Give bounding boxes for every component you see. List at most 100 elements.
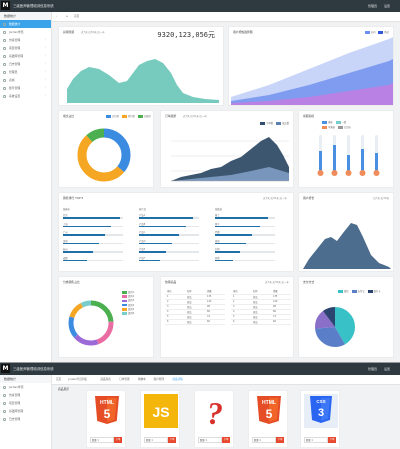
svg-text:HTML: HTML	[100, 400, 114, 406]
qty-input[interactable]: 数量 1	[90, 437, 114, 443]
rank-bar	[215, 242, 247, 245]
qty-input[interactable]: 数量 1	[252, 437, 276, 443]
category-card: 分类销售占比 类别1 类别2 类别3 类别4 类别5 类别6	[58, 276, 154, 358]
qty-input[interactable]: 数量 1	[198, 437, 222, 443]
tab-home[interactable]: 首页	[74, 12, 79, 22]
tab-bar: ‹ ⌂ 首页	[52, 12, 400, 22]
cart-icon	[3, 78, 6, 82]
sidebar-item-accounts[interactable]: 账号管理 ›	[0, 84, 51, 92]
rank-bar	[139, 234, 179, 236]
qty-input[interactable]: 数量 1	[304, 437, 328, 443]
rank-bar	[63, 259, 87, 262]
sidebar-item-admin[interactable]: 管理员 ›	[0, 68, 51, 76]
qty-input[interactable]: 数量 1	[144, 437, 168, 443]
dashboard-screenshot: M 三级医师管理培训信息系统 管理员 设置 数据统计 数据统计 Jordan学员…	[0, 0, 400, 362]
product-card[interactable]: JS 数量 1 下单	[140, 390, 180, 448]
sidebar-item-logs-2[interactable]: 日志管理	[0, 415, 51, 423]
rank-bar	[139, 259, 160, 262]
admin-icon	[3, 70, 6, 74]
sidebar-item-projects-2[interactable]: 项目管理	[0, 399, 51, 407]
sidebar-item-system[interactable]: 系统设置 ›	[0, 92, 51, 100]
svg-text:5: 5	[266, 407, 273, 421]
settings-menu[interactable]: 设置	[384, 4, 390, 8]
sidebar-item-sim-2[interactable]: 仿真管理	[0, 391, 51, 399]
sidebar-item-library-2[interactable]: 基础库管理	[0, 407, 51, 415]
app-logo: M	[1, 1, 10, 10]
growth-area-chart	[303, 223, 391, 269]
settings-menu-2[interactable]: 设置	[384, 367, 390, 371]
back-icon[interactable]: ‹	[56, 12, 57, 22]
hot-products-card: 热销商品 近7天 近30天 近一年 排名 名称 销量 1 商品 135 2 商品 120 3 商品 9…	[160, 276, 294, 358]
account-icon	[3, 86, 6, 90]
folder-icon	[3, 46, 6, 50]
book-icon	[3, 409, 6, 413]
sidebar-item-library[interactable]: 基础库管理 ›	[0, 52, 51, 60]
donut-chart	[77, 128, 131, 182]
tab[interactable]: 商品列表	[100, 375, 110, 385]
app-title-2: 三级医师管理培训信息系统	[13, 367, 54, 371]
buy-button[interactable]: 下单	[276, 437, 284, 443]
rank-bar	[139, 251, 166, 253]
tab[interactable]: 商品详情	[172, 375, 182, 385]
question-icon: ?	[207, 395, 223, 431]
sidebar-item-logs[interactable]: 日志管理 ›	[0, 60, 51, 68]
buy-button[interactable]: 下单	[328, 437, 336, 443]
revenue-area-chart	[67, 59, 219, 103]
user-icon	[3, 385, 6, 389]
product-card[interactable]: HTML 5 数量 1 下单	[86, 390, 126, 448]
rank-bar	[215, 225, 260, 228]
product-card[interactable]: HTML 5 数量 1 下单	[248, 390, 288, 448]
thermometer-chart	[317, 135, 380, 176]
sim-icon	[3, 38, 6, 42]
top-bar-2: M 三级医师管理培训信息系统 管理员 设置	[0, 363, 400, 375]
buy-button[interactable]: 下单	[114, 437, 122, 443]
sidebar-header-2: 数据统计	[0, 375, 51, 383]
sidebar-item-shop[interactable]: 商城 ›	[0, 76, 51, 84]
product-card[interactable]: ? 数量 1 下单	[194, 390, 234, 448]
rank-bar	[215, 234, 253, 236]
rank-bar	[63, 217, 120, 219]
tab-bar-2: 首页 Jordan学员列表 商品列表 订单管理 购物车 账户管理 商品详情	[52, 375, 400, 385]
svg-text:JS: JS	[152, 404, 169, 420]
payment-card: 支付方式 微信 支付宝 银行卡	[298, 276, 394, 358]
hot-title: 热销商品	[165, 280, 177, 284]
rank-bar	[139, 217, 193, 219]
sidebar: 数据统计 数据统计 Jordan学员 仿真管理 › 项目管理 › 基础库管理 › 日志…	[0, 12, 52, 362]
buy-button[interactable]: 下单	[168, 437, 176, 443]
table-row: 6 商品 60	[165, 319, 225, 325]
chevron-right-icon: ›	[44, 94, 46, 97]
sidebar-item-students[interactable]: Jordan学员	[0, 28, 51, 36]
user-menu[interactable]: 管理员	[368, 4, 377, 8]
chart-icon	[3, 22, 6, 26]
rank-bar	[139, 242, 172, 245]
hot-filters[interactable]: 近7天 近30天 近一年	[265, 280, 289, 284]
chevron-right-icon: ›	[44, 38, 46, 41]
svg-text:CSS: CSS	[316, 399, 325, 404]
svg-text:?: ?	[207, 395, 223, 431]
log-icon	[3, 62, 6, 66]
tab[interactable]: 账户管理	[154, 375, 164, 385]
product-card[interactable]: CSS 3 数量 1 下单	[300, 390, 340, 448]
buy-button[interactable]: 下单	[222, 437, 230, 443]
tab[interactable]: 购物车	[138, 375, 146, 385]
sidebar-item-stats[interactable]: 数据统计	[0, 20, 51, 28]
users-card: 用户增幅趋势图 访问 购买	[228, 26, 394, 106]
home-icon[interactable]: ⌂	[66, 12, 68, 22]
sidebar-item-students-2[interactable]: Jordan学员	[0, 383, 51, 391]
section-title: 商品展示	[58, 387, 70, 391]
ranking-filters[interactable]: 近7天 近30天 近一年	[263, 196, 287, 200]
table-row: 6 商品 60	[231, 319, 291, 325]
user-menu-2[interactable]: 管理员	[368, 367, 377, 371]
log-icon	[3, 417, 6, 421]
hot-table-right: 排名 名称 销量 1 商品 135 2 商品 120 3 商品 98 4 商品 86 5 商品 74 6 商品 60	[231, 289, 291, 325]
rank-col-2-head: 按产品	[139, 208, 146, 211]
tab[interactable]: 首页	[56, 375, 61, 385]
tab[interactable]: Jordan学员列表	[68, 375, 87, 385]
tab[interactable]: 订单管理	[119, 375, 129, 385]
chevron-right-icon: ›	[44, 54, 46, 57]
sidebar-item-projects[interactable]: 项目管理 ›	[0, 44, 51, 52]
users-area-chart	[231, 37, 393, 105]
html5-icon: HTML5	[257, 396, 281, 424]
sidebar-item-sim[interactable]: 仿真管理 ›	[0, 36, 51, 44]
top-bar: M 三级医师管理培训信息系统 管理员 设置	[0, 0, 400, 12]
